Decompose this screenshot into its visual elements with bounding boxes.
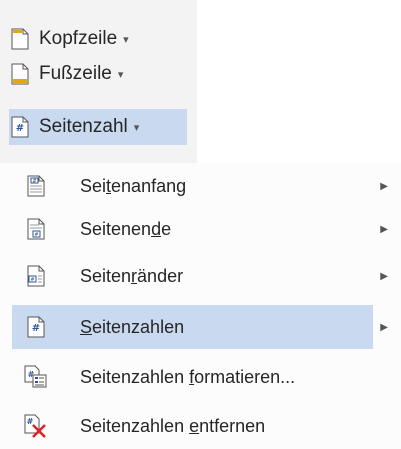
menu-item-page-margins[interactable]: # Seitenränder ▶ [12, 254, 401, 298]
svg-text:#: # [30, 277, 34, 283]
menu-item-label: Seitenanfang [80, 175, 187, 196]
chevron-right-icon: ▶ [380, 270, 388, 282]
svg-text:#: # [27, 417, 34, 426]
footer-page-icon [9, 61, 31, 87]
chevron-down-icon: ▾ [133, 121, 140, 134]
svg-text:#: # [16, 123, 24, 134]
remove-page-numbers-icon: # [23, 411, 49, 441]
chevron-right-icon: ▶ [380, 180, 388, 192]
page-number-button-label: Seitenzahl [39, 116, 128, 137]
chevron-down-icon: ▾ [123, 33, 129, 46]
page-margins-icon: # [23, 261, 49, 291]
menu-item-label: Seitenende [80, 218, 172, 239]
chevron-right-icon: ▶ [380, 321, 388, 333]
menu-item-bottom-of-page[interactable]: # Seitenende ▶ [12, 207, 401, 251]
top-of-page-icon: # [23, 171, 49, 201]
page-number-dropdown-menu: # Seitenanfang ▶ # Seitenende ▶ # Seiten… [0, 163, 401, 449]
chevron-right-icon: ▶ [380, 223, 388, 235]
chevron-down-icon: ▾ [117, 68, 124, 81]
current-position-icon: # [23, 312, 49, 342]
menu-item-label: Seitenzahlen entfernen [80, 415, 266, 436]
menu-item-format-page-numbers[interactable]: # Seitenzahlen formatieren... [12, 355, 401, 399]
format-page-numbers-icon: # [23, 362, 49, 392]
menu-item-top-of-page[interactable]: # Seitenanfang ▶ [12, 164, 401, 208]
header-page-icon [9, 26, 31, 52]
bottom-of-page-icon: # [23, 214, 49, 244]
header-button-label: Kopfzeile [39, 28, 118, 49]
ribbon-header-footer-group: Kopfzeile ▾ Fußzeile ▾ # Seitenzahl ▾ [0, 0, 197, 163]
menu-item-remove-page-numbers[interactable]: # Seitenzahlen entfernen [12, 404, 401, 448]
page-number-button[interactable]: # Seitenzahl ▾ [9, 109, 187, 145]
svg-text:#: # [32, 179, 36, 185]
menu-item-label: Seitenzahlen [80, 316, 185, 337]
menu-item-label: Seitenzahlen formatieren... [80, 366, 296, 387]
svg-text:#: # [34, 232, 38, 238]
menu-item-current-position[interactable]: # Seitenzahlen ▶ [12, 305, 388, 349]
footer-button-label: Fußzeile [39, 63, 112, 84]
page-number-icon: # [9, 114, 31, 140]
menu-item-label: Seitenränder [80, 265, 184, 286]
footer-button[interactable]: Fußzeile ▾ [9, 56, 129, 92]
svg-text:#: # [32, 323, 40, 334]
header-button[interactable]: Kopfzeile ▾ [9, 21, 135, 57]
